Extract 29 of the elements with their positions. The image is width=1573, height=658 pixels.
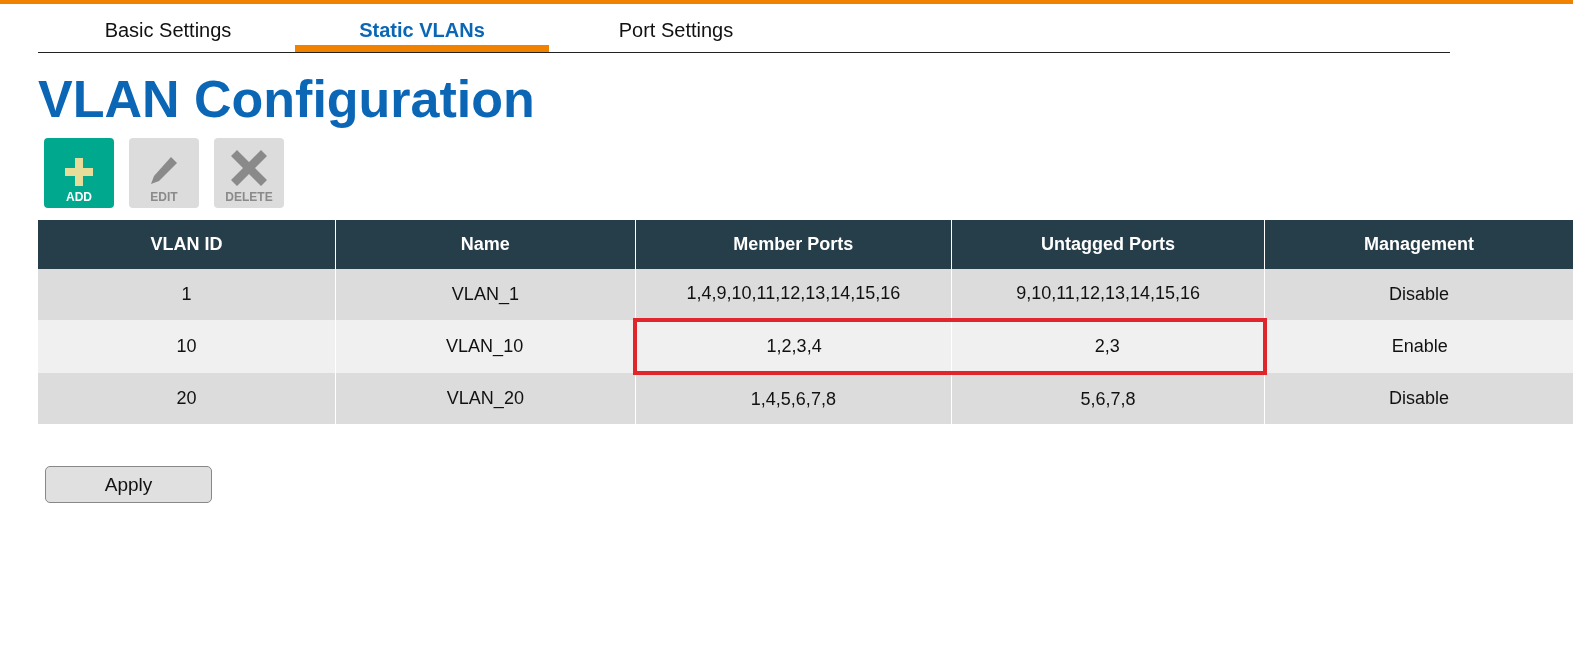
table-cell: 5,6,7,8 xyxy=(951,373,1265,425)
apply-button[interactable]: Apply xyxy=(45,466,212,504)
table-cell: Disable xyxy=(1264,373,1573,425)
table-cell: Enable xyxy=(1264,320,1573,374)
table-cell: VLAN_20 xyxy=(335,373,636,425)
column-header: Untagged Ports xyxy=(951,220,1265,270)
x-icon xyxy=(231,150,267,187)
tab[interactable]: Basic Settings xyxy=(41,12,295,52)
tab[interactable]: Port Settings xyxy=(549,12,803,52)
column-header: Member Ports xyxy=(635,220,952,270)
column-header: VLAN ID xyxy=(38,220,336,270)
table-cell: 1,2,3,4 xyxy=(635,320,952,374)
add-button[interactable]: ADD xyxy=(44,138,114,209)
table-cell: 20 xyxy=(38,373,336,425)
table-cell: 9,10,11,12,13,14,15,16 xyxy=(951,269,1265,321)
column-header: Name xyxy=(335,220,636,270)
table-cell: 10 xyxy=(38,320,336,374)
table-cell: VLAN_10 xyxy=(335,320,636,374)
table-cell: Disable xyxy=(1264,269,1573,321)
page-title: VLAN Configuration xyxy=(38,71,536,129)
tab[interactable]: Static VLANs xyxy=(295,12,549,52)
table-cell: 2,3 xyxy=(951,320,1265,374)
table-cell: 1,4,5,6,7,8 xyxy=(635,373,952,425)
plus-icon xyxy=(65,158,93,187)
table-cell: 1 xyxy=(38,269,336,321)
table-cell: VLAN_1 xyxy=(335,269,636,321)
table-cell: 1,4,9,10,11,12,13,14,15,16 xyxy=(635,269,952,321)
pencil-icon xyxy=(150,156,178,187)
column-header: Management xyxy=(1264,220,1573,270)
